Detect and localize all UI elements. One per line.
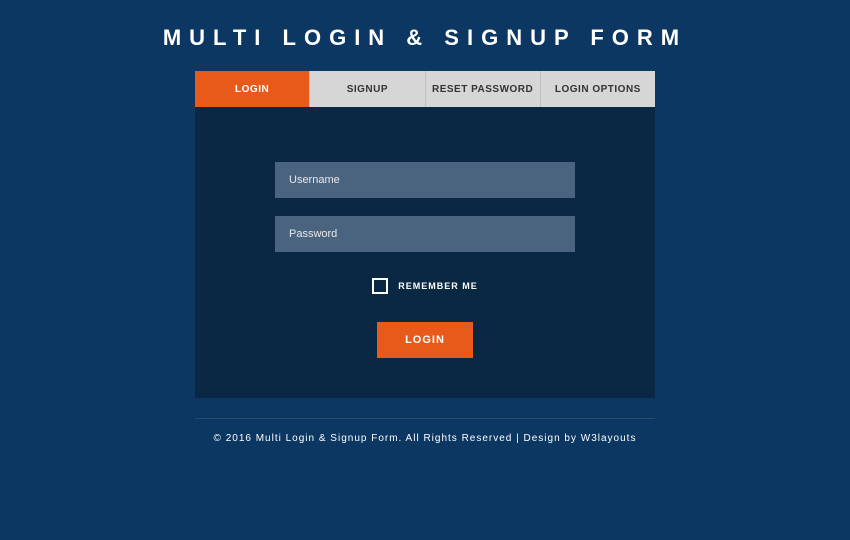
- remember-me-checkbox[interactable]: [372, 278, 388, 294]
- tab-login-options[interactable]: LOGIN OPTIONS: [540, 71, 655, 107]
- form-container: LOGIN SIGNUP RESET PASSWORD LOGIN OPTION…: [195, 71, 655, 398]
- tab-login[interactable]: LOGIN: [195, 71, 309, 107]
- password-input[interactable]: [275, 216, 575, 252]
- username-input[interactable]: [275, 162, 575, 198]
- tabs-bar: LOGIN SIGNUP RESET PASSWORD LOGIN OPTION…: [195, 71, 655, 107]
- remember-me-row: REMEMBER ME: [372, 278, 478, 294]
- page-title: MULTI LOGIN & SIGNUP FORM: [163, 25, 687, 51]
- remember-me-label: REMEMBER ME: [398, 281, 478, 291]
- footer-text: © 2016 Multi Login & Signup Form. All Ri…: [195, 418, 655, 444]
- tab-reset-password[interactable]: RESET PASSWORD: [425, 71, 540, 107]
- login-submit-button[interactable]: LOGIN: [377, 322, 473, 358]
- tab-signup[interactable]: SIGNUP: [309, 71, 424, 107]
- login-panel: REMEMBER ME LOGIN: [195, 107, 655, 398]
